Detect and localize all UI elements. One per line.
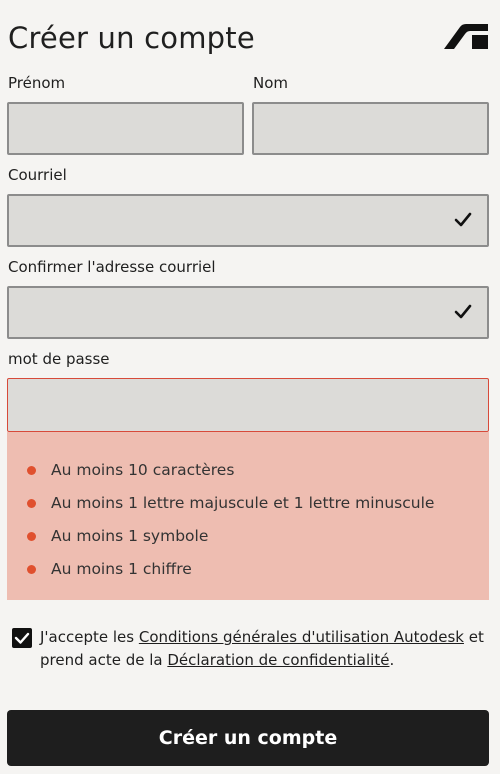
confirm-email-label: Confirmer l'adresse courriel <box>8 258 216 276</box>
requirement-item: Au moins 1 lettre majuscule et 1 lettre … <box>27 491 434 524</box>
confirm-email-input[interactable] <box>9 288 487 337</box>
autodesk-logo-icon <box>444 24 488 49</box>
bullet-icon <box>27 565 36 574</box>
email-field[interactable] <box>7 194 489 247</box>
password-requirements: Au moins 10 caractères Au moins 1 lettre… <box>7 432 489 600</box>
bullet-icon <box>27 532 36 541</box>
checkmark-icon <box>14 632 30 644</box>
requirement-item: Au moins 1 symbole <box>27 524 434 557</box>
page-title: Créer un compte <box>8 21 255 55</box>
password-input[interactable] <box>8 379 488 431</box>
requirement-item: Au moins 1 chiffre <box>27 557 434 590</box>
terms-text: J'accepte les Conditions générales d'uti… <box>40 628 484 669</box>
terms-link[interactable]: Conditions générales d'utilisation Autod… <box>139 628 464 646</box>
last-name-label: Nom <box>253 74 289 92</box>
accept-terms-checkbox[interactable] <box>12 628 32 648</box>
page-header: Créer un compte <box>8 18 490 58</box>
first-name-label: Prénom <box>8 74 66 92</box>
checkmark-icon <box>454 212 472 227</box>
confirm-email-field[interactable] <box>7 286 489 339</box>
bullet-icon <box>27 466 36 475</box>
bullet-icon <box>27 499 36 508</box>
password-field[interactable] <box>7 378 489 432</box>
privacy-link[interactable]: Déclaration de confidentialité <box>167 651 389 669</box>
email-input[interactable] <box>9 196 487 245</box>
last-name-input[interactable] <box>254 104 487 153</box>
first-name-input[interactable] <box>9 104 242 153</box>
last-name-field[interactable] <box>252 102 489 155</box>
create-account-button[interactable]: Créer un compte <box>7 710 489 766</box>
first-name-field[interactable] <box>7 102 244 155</box>
password-label: mot de passe <box>8 350 110 368</box>
checkmark-icon <box>454 304 472 319</box>
email-label: Courriel <box>8 166 67 184</box>
requirement-item: Au moins 10 caractères <box>27 458 434 491</box>
